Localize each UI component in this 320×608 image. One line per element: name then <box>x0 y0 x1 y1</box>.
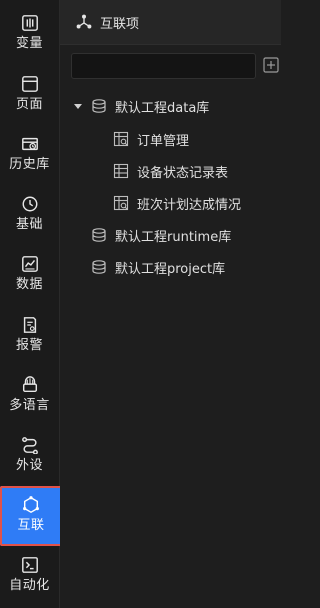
tree-node-project-db[interactable]: 默认工程project库 <box>91 255 225 279</box>
sidebar-item-automation[interactable]: 自动化 <box>0 548 59 608</box>
sidebar-item-label: 基础 <box>15 217 43 232</box>
sidebar-item-label: 历史库 <box>9 157 50 172</box>
left-sidebar: 变量 页面 历史库 基础 数据 报警 多语言 外设 互联 自动化 <box>0 0 62 608</box>
sidebar-item-label: 页面 <box>15 97 43 112</box>
caret-down-icon[interactable] <box>73 101 83 111</box>
sidebar-item-label: 报警 <box>15 338 43 353</box>
sidebar-item-label: 互联 <box>17 518 45 533</box>
tree-node-table[interactable]: 订单管理 <box>113 127 189 151</box>
clock-base-icon <box>22 196 37 212</box>
connect-icon <box>23 496 39 514</box>
table-icon <box>113 163 129 179</box>
tree-node-label: 默认工程data库 <box>115 100 210 116</box>
alarm-doc-icon <box>23 317 36 333</box>
tree-node-table[interactable]: 班次计划达成情况 <box>113 191 241 215</box>
sidebar-item-variable[interactable]: 变量 <box>0 0 59 60</box>
table-query-icon <box>113 131 129 147</box>
tree-node-data-db[interactable]: 默认工程data库 <box>73 94 209 118</box>
sidebar-item-label: 自动化 <box>9 578 50 593</box>
page-icon <box>21 76 38 92</box>
device-icon <box>21 437 38 454</box>
database-icon <box>92 228 106 242</box>
database-icon <box>92 99 106 113</box>
sidebar-item-page[interactable]: 页面 <box>0 61 59 121</box>
sidebar-item-data[interactable]: 数据 <box>0 241 59 301</box>
sidebar-item-language[interactable]: 多语言 <box>0 362 59 422</box>
variable-icon <box>21 15 38 31</box>
sidebar-item-connect[interactable]: 互联 <box>0 486 62 546</box>
search-input[interactable] <box>71 53 256 79</box>
panel-title: 互联项 <box>100 16 140 32</box>
history-db-icon <box>21 137 38 151</box>
tree-node-table[interactable]: 设备状态记录表 <box>113 159 228 183</box>
tree-node-runtime-db[interactable]: 默认工程runtime库 <box>91 223 231 247</box>
panel-header: 互联项 <box>60 0 281 45</box>
terminal-icon <box>21 557 38 573</box>
language-icon <box>22 376 37 393</box>
data-chart-icon <box>21 256 38 272</box>
tree-node-label: 默认工程runtime库 <box>115 229 232 245</box>
connect-node-icon <box>76 14 92 29</box>
tree-node-label: 订单管理 <box>137 133 190 149</box>
sidebar-item-label: 多语言 <box>9 398 50 413</box>
sidebar-item-device[interactable]: 外设 <box>0 422 59 482</box>
sidebar-item-alarm[interactable]: 报警 <box>0 302 59 362</box>
table-query-icon <box>113 195 129 211</box>
sidebar-item-base[interactable]: 基础 <box>0 181 59 241</box>
connect-panel: 互联项 默认工程data库 订单管理 设备状态记录表 班次计划达成情况 默认工程… <box>60 0 281 608</box>
tree-node-label: 班次计划达成情况 <box>137 197 242 213</box>
database-icon <box>92 260 106 274</box>
sidebar-item-history[interactable]: 历史库 <box>0 121 59 181</box>
sidebar-item-label: 外设 <box>15 458 43 473</box>
sidebar-item-label: 数据 <box>15 277 43 292</box>
sidebar-item-label: 变量 <box>15 36 43 51</box>
tree-node-label: 默认工程project库 <box>115 261 226 277</box>
tree-node-label: 设备状态记录表 <box>137 165 229 181</box>
add-icon[interactable] <box>263 57 279 73</box>
